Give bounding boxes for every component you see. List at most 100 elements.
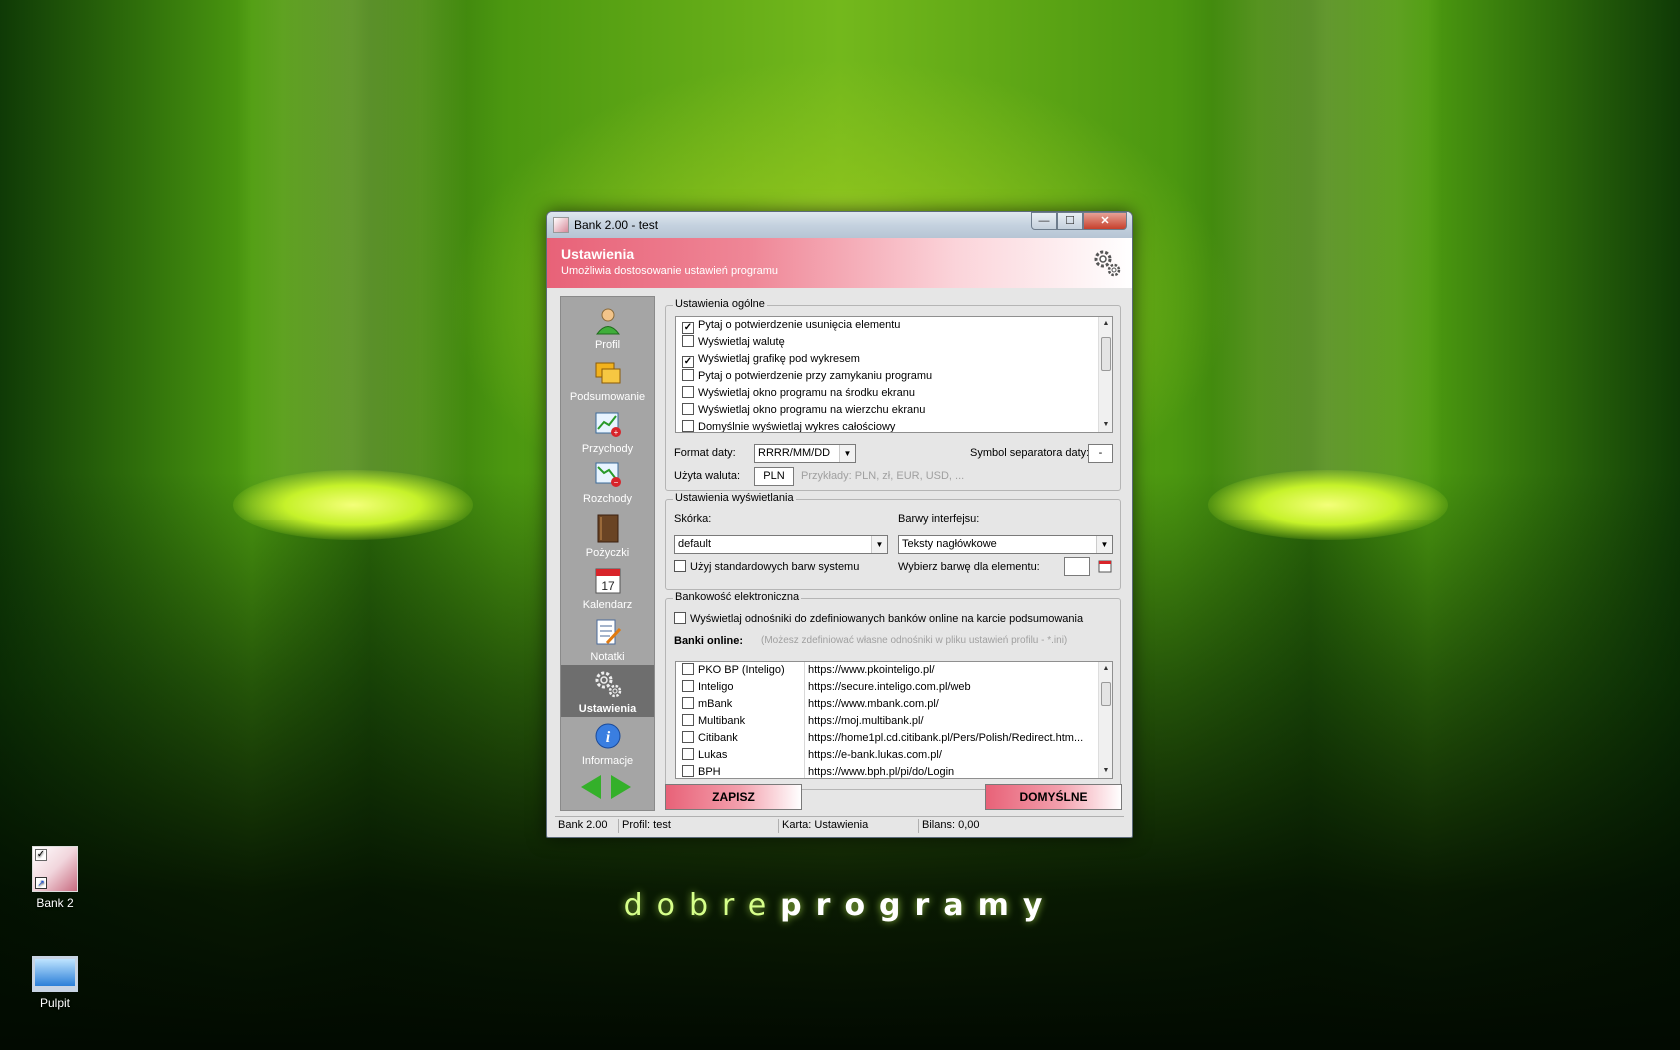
gears-icon xyxy=(1094,250,1121,277)
checkbox[interactable] xyxy=(682,335,694,347)
nav-item-informacje[interactable]: i Informacje xyxy=(561,717,654,769)
checkbox[interactable] xyxy=(682,420,694,432)
checkbox[interactable] xyxy=(674,560,686,572)
checkbox[interactable] xyxy=(682,765,694,777)
skin-select[interactable]: default ▼ xyxy=(674,535,888,554)
defaults-button[interactable]: DOMYŚLNE xyxy=(985,784,1122,810)
bank-row[interactable]: Citibank https://home1pl.cd.citibank.pl/P… xyxy=(676,730,1112,747)
system-colors-option[interactable]: Użyj standardowych barw systemu xyxy=(668,560,859,573)
nav-item-profil[interactable]: Profil xyxy=(561,301,654,353)
svg-text:+: + xyxy=(613,428,618,437)
bank-row[interactable]: BPH https://www.bph.pl/pi/do/Login xyxy=(676,764,1112,778)
nav-item-rozchody[interactable]: − Rozchody xyxy=(561,455,654,507)
bank-row[interactable]: Inteligo https://secure.inteligo.com.pl/w… xyxy=(676,679,1112,696)
desktop-icon-pulpit[interactable]: Pulpit xyxy=(13,956,97,1010)
title-bar[interactable]: Bank 2.00 - test — ☐ ✕ xyxy=(547,212,1132,238)
checkbox[interactable] xyxy=(682,356,694,368)
date-format-select[interactable]: RRRR/MM/DD ▼ xyxy=(754,444,856,463)
arrow-right-icon[interactable] xyxy=(611,775,631,799)
checkbox[interactable] xyxy=(682,369,694,381)
checkbox[interactable] xyxy=(682,680,694,692)
nav-label: Rozchody xyxy=(583,493,632,505)
checkbox[interactable] xyxy=(682,386,694,398)
scroll-thumb[interactable] xyxy=(1101,682,1111,706)
date-separator-label: Symbol separatora daty: xyxy=(970,447,1090,459)
currency-input[interactable]: PLN xyxy=(754,467,794,486)
group-title: Ustawienia wyświetlania xyxy=(673,492,796,504)
app-window: Bank 2.00 - test — ☐ ✕ Ustawienia Umożli… xyxy=(546,211,1133,838)
desktop-icon-bank2[interactable]: ✓ ↗ Bank 2 xyxy=(13,846,97,910)
list-item[interactable]: Wyświetlaj grafikę pod wykresem xyxy=(676,351,1112,368)
svg-text:−: − xyxy=(613,478,618,487)
checkbox[interactable] xyxy=(682,322,694,334)
scroll-up-icon[interactable]: ▲ xyxy=(1099,317,1112,331)
chevron-down-icon[interactable]: ▼ xyxy=(839,445,855,462)
list-item[interactable]: Wyświetlaj okno programu na środku ekran… xyxy=(676,385,1112,402)
monitor-icon xyxy=(32,956,78,992)
chevron-down-icon[interactable]: ▼ xyxy=(871,536,887,553)
maximize-button[interactable]: ☐ xyxy=(1057,212,1083,230)
checkbox[interactable] xyxy=(682,731,694,743)
checkbox[interactable] xyxy=(682,748,694,760)
bank-row[interactable]: mBank https://www.mbank.com.pl/ xyxy=(676,696,1112,713)
section-title: Ustawienia xyxy=(561,246,635,262)
list-item[interactable]: Wyświetlaj okno programu na wierzchu ekr… xyxy=(676,402,1112,419)
list-item[interactable]: Domyślnie wyświetlaj wykres całościowy xyxy=(676,419,1112,432)
scroll-down-icon[interactable]: ▼ xyxy=(1099,764,1112,778)
scroll-thumb[interactable] xyxy=(1101,337,1111,371)
checkbox[interactable] xyxy=(682,663,694,675)
group-display-settings: Ustawienia wyświetlania Skórka: default … xyxy=(665,492,1121,590)
group-title: Bankowość elektroniczna xyxy=(673,591,802,603)
skin-label: Skórka: xyxy=(674,513,712,525)
pick-color-label: Wybierz barwę dla elementu: xyxy=(898,561,1040,573)
chevron-down-icon[interactable]: ▼ xyxy=(1096,536,1112,553)
bank-row[interactable]: Multibank https://moj.multibank.pl/ xyxy=(676,713,1112,730)
minimize-button[interactable]: — xyxy=(1031,212,1057,230)
list-item[interactable]: Pytaj o potwierdzenie usunięcia elementu xyxy=(676,317,1112,334)
scroll-up-icon[interactable]: ▲ xyxy=(1099,662,1112,676)
checkbox[interactable] xyxy=(674,612,686,624)
nav-label: Ustawienia xyxy=(578,703,637,715)
nav-item-kalendarz[interactable]: 17 Kalendarz xyxy=(561,561,654,613)
user-icon xyxy=(595,308,620,335)
scrollbar[interactable]: ▲ ▼ xyxy=(1098,662,1112,778)
date-separator-input[interactable]: - xyxy=(1088,444,1113,463)
sidebar: Profil Podsumowanie + Przychody − Rozcho… xyxy=(560,296,655,811)
status-profile: Profil: test xyxy=(619,819,779,833)
bank-row[interactable]: PKO BP (Inteligo) https://www.pkointeligo… xyxy=(676,662,1112,679)
bank-row[interactable]: Lukas https://e-bank.lukas.com.pl/ xyxy=(676,747,1112,764)
nav-item-podsumowanie[interactable]: Podsumowanie xyxy=(561,353,654,405)
checkbox[interactable] xyxy=(682,697,694,709)
show-links-option[interactable]: Wyświetlaj odnośniki do zdefiniowanych b… xyxy=(668,612,1083,625)
close-button[interactable]: ✕ xyxy=(1083,212,1127,230)
color-swatch[interactable] xyxy=(1064,557,1090,576)
chart-income-icon: + xyxy=(595,412,621,437)
background-pillar xyxy=(237,0,467,520)
scrollbar[interactable]: ▲ ▼ xyxy=(1098,317,1112,432)
interface-colors-select[interactable]: Teksty nagłówkowe ▼ xyxy=(898,535,1113,554)
general-options-list[interactable]: Pytaj o potwierdzenie usunięcia elementu… xyxy=(675,316,1113,433)
app-icon xyxy=(553,217,569,233)
checkbox[interactable] xyxy=(682,714,694,726)
checkbox[interactable] xyxy=(682,403,694,415)
svg-text:17: 17 xyxy=(601,579,615,593)
chart-expense-icon: − xyxy=(595,462,621,487)
nav-item-ustawienia[interactable]: Ustawienia xyxy=(561,665,654,717)
list-item[interactable]: Wyświetlaj walutę xyxy=(676,334,1112,351)
book-icon xyxy=(597,514,618,543)
banks-list[interactable]: PKO BP (Inteligo) https://www.pkointeligo… xyxy=(675,661,1113,779)
svg-text:i: i xyxy=(605,729,610,746)
arrow-left-icon[interactable] xyxy=(581,775,601,799)
status-bar: Bank 2.00 Profil: test Karta: Ustawienia… xyxy=(555,816,1124,833)
scroll-down-icon[interactable]: ▼ xyxy=(1099,418,1112,432)
save-button[interactable]: ZAPISZ xyxy=(665,784,802,810)
bank-app-icon: ✓ ↗ xyxy=(32,846,78,892)
background-pillar xyxy=(1212,0,1442,520)
nav-item-notatki[interactable]: Notatki xyxy=(561,613,654,665)
nav-item-przychody[interactable]: + Przychody xyxy=(561,405,654,457)
list-item[interactable]: Pytaj o potwierdzenie przy zamykaniu pro… xyxy=(676,368,1112,385)
dobreprogramy-logo: dobreprogramy xyxy=(623,888,1057,923)
nav-label: Pożyczki xyxy=(585,547,630,559)
nav-item-pozyczki[interactable]: Pożyczki xyxy=(561,509,654,561)
calendar-icon[interactable] xyxy=(1098,559,1112,573)
